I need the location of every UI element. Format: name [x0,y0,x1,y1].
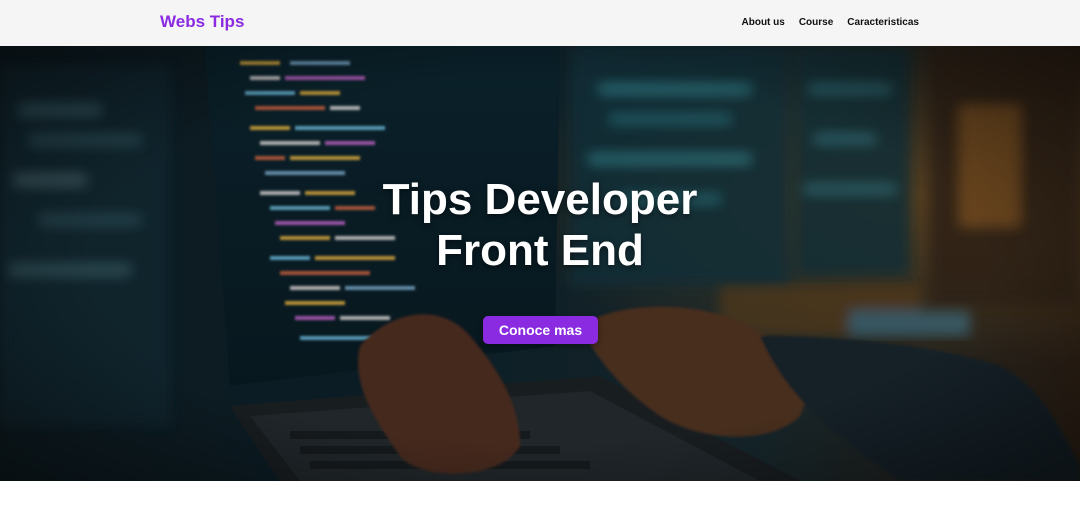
nav-link-caracteristicas[interactable]: Caracteristicas [847,17,919,28]
nav-link-course[interactable]: Course [799,17,833,28]
hero-title-line-1: Tips Developer [382,175,698,224]
hero-section: Tips Developer Front End Conoce mas [0,46,1080,481]
hero-title: Tips Developer Front End [0,174,1080,276]
hero-title-line-2: Front End [436,226,644,275]
brand-logo-link[interactable]: Webs Tips [160,12,244,32]
nav-link-about-us[interactable]: About us [742,17,785,28]
nav-menu: About us Course Caracteristicas [742,17,920,28]
conoce-mas-button[interactable]: Conoce mas [483,316,598,344]
top-navbar: Webs Tips About us Course Caracteristica… [0,0,1080,46]
